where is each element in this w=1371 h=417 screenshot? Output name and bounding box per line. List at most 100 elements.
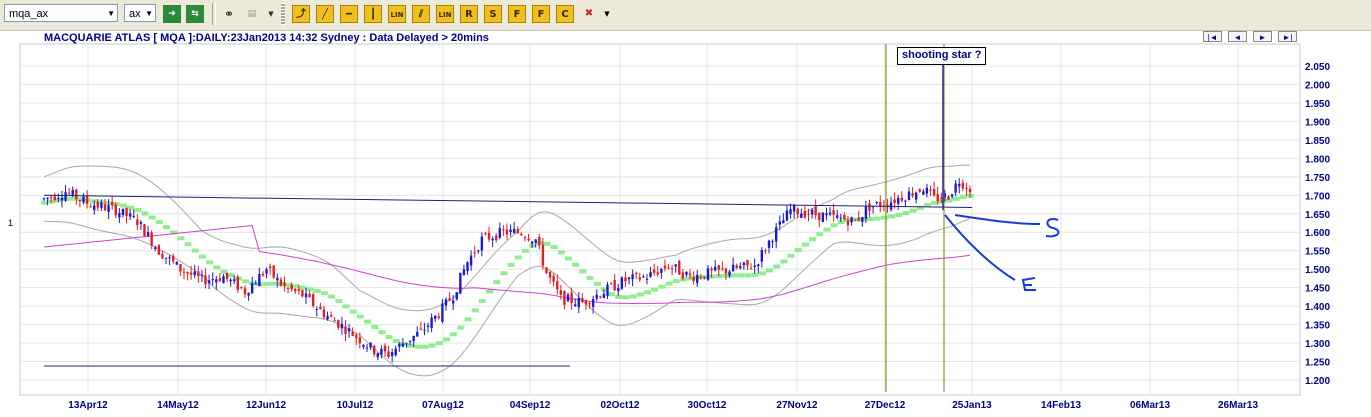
candle-body — [477, 250, 480, 252]
candle-body — [936, 194, 939, 202]
delete-icon[interactable]: ✖ — [580, 5, 598, 23]
candle-body — [706, 268, 710, 280]
binoculars-icon[interactable]: ⚭ — [220, 5, 238, 23]
handwritten-arrow-e — [944, 214, 1016, 281]
candle-body — [965, 187, 968, 189]
candle-body — [268, 266, 272, 268]
cursor-draw-icon[interactable]: ⤴ — [292, 5, 310, 23]
nav-first-button[interactable]: |◄ — [1203, 31, 1222, 42]
candle-body — [125, 208, 128, 217]
linear-channel-icon[interactable]: LIN — [436, 5, 454, 23]
vertical-line-icon[interactable]: ┃ — [364, 5, 382, 23]
green-band-segment — [299, 285, 307, 290]
candle-body — [390, 352, 394, 357]
candle-body — [642, 276, 645, 278]
candle-body — [110, 202, 114, 206]
linear-regression-icon[interactable]: LIN — [388, 5, 406, 23]
green-band-segment — [931, 200, 939, 205]
nav-prev-button[interactable]: ◄ — [1228, 31, 1247, 42]
compare-icon[interactable]: ▤ — [243, 5, 261, 23]
green-band-segment — [529, 243, 537, 248]
candle-body — [735, 265, 738, 269]
toolbar-grip[interactable] — [281, 3, 285, 25]
candle-body — [398, 343, 401, 347]
candle-body — [179, 264, 182, 272]
green-band-segment — [48, 199, 56, 204]
candle-body — [441, 303, 444, 322]
candle-body — [778, 221, 781, 225]
toolbar-overflow-icon[interactable]: ▼ — [266, 5, 276, 23]
green-band-segment — [450, 332, 458, 337]
green-band-segment — [177, 236, 185, 241]
trendline-icon[interactable]: ╱ — [316, 5, 334, 23]
candle-body — [613, 280, 616, 291]
candle-body — [128, 213, 132, 217]
candle-body — [803, 210, 807, 218]
candle-body — [233, 279, 236, 282]
candle-body — [495, 235, 498, 241]
candle-body — [301, 290, 304, 297]
y-tick-label: 1.300 — [1305, 339, 1330, 350]
candle-body — [283, 282, 286, 287]
fib-icon[interactable]: F — [508, 5, 526, 23]
fib-arc-icon[interactable]: F — [532, 5, 550, 23]
y-tick-label: 2.050 — [1305, 62, 1330, 73]
x-tick-label: 25Jan13 — [952, 400, 992, 411]
candle-body — [204, 275, 207, 285]
candle-body — [947, 196, 950, 200]
candle-body — [351, 331, 354, 336]
nav-next-button[interactable]: ► — [1253, 31, 1272, 42]
y-tick-label: 1.700 — [1305, 191, 1330, 202]
candle-body — [85, 195, 89, 204]
candle-body — [588, 303, 591, 305]
candle-body — [423, 329, 426, 331]
candle-body — [480, 236, 484, 251]
candle-body — [713, 266, 717, 271]
green-band-segment — [98, 200, 106, 205]
candle-body — [207, 280, 211, 284]
cycle-icon[interactable]: C — [556, 5, 574, 23]
refresh-icon[interactable]: ⇆ — [186, 5, 204, 23]
nav-last-button[interactable]: ►| — [1278, 31, 1297, 42]
candle-body — [918, 189, 921, 192]
candle-body — [573, 304, 577, 307]
green-band-segment — [335, 299, 343, 304]
toolbar-overflow-icon[interactable]: ▼ — [602, 5, 612, 23]
green-band-segment — [751, 272, 759, 277]
candle-body — [243, 288, 247, 295]
handwritten-e — [1021, 277, 1036, 291]
candle-body — [717, 265, 720, 270]
horizontal-line-icon[interactable]: ━ — [340, 5, 358, 23]
candle-body — [940, 197, 943, 200]
candle-body — [649, 272, 652, 277]
candle-body — [426, 325, 430, 327]
green-band-segment — [486, 289, 494, 294]
candle-body — [563, 291, 566, 305]
go-arrow-icon[interactable]: ➜ — [163, 5, 181, 23]
parallel-lines-icon[interactable]: ⫽ — [412, 5, 430, 23]
price-chart[interactable]: 2.050 2.000 1.950 1.900 1.850 1.800 1.750 1.700… — [0, 0, 1371, 417]
candle-body — [552, 276, 555, 282]
x-tick-label: 12Jun12 — [246, 400, 286, 411]
s-tool-icon[interactable]: S — [484, 5, 502, 23]
candle-body — [340, 323, 344, 329]
candle-body — [146, 232, 150, 236]
exchange-select[interactable]: ax ▼ — [124, 4, 156, 22]
candle-body — [272, 265, 275, 278]
green-band-segment — [608, 292, 616, 297]
y-tick-label: 1.450 — [1305, 284, 1330, 295]
symbol-select[interactable]: mqa_ax ▼ — [4, 4, 118, 22]
candle-body — [315, 308, 318, 310]
green-band-segment — [902, 210, 910, 215]
candle-body — [925, 187, 929, 194]
candle-body — [900, 197, 904, 201]
green-band-segment — [249, 281, 257, 286]
r-tool-icon[interactable]: R — [460, 5, 478, 23]
candle-body — [344, 326, 347, 334]
candle-body — [645, 278, 649, 280]
green-band-segment — [234, 276, 242, 281]
candle-body — [541, 244, 545, 266]
candle-body — [656, 272, 659, 275]
candle-body — [685, 271, 688, 275]
candle-body — [595, 294, 598, 299]
